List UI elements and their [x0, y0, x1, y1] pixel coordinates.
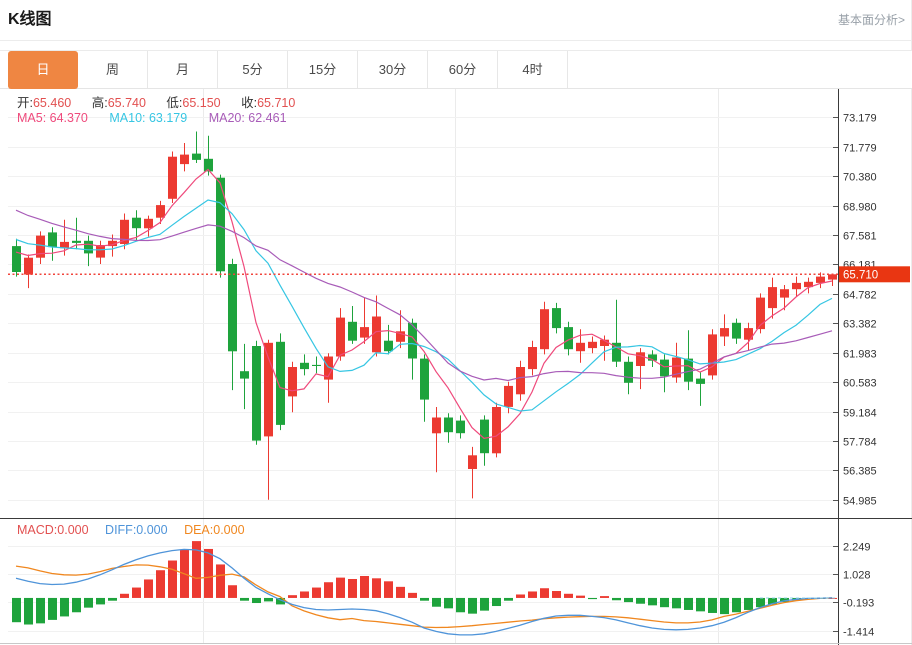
ma10-legend: MA10: 63.179 [109, 111, 187, 125]
svg-text:54.985: 54.985 [843, 496, 877, 508]
tab-30分[interactable]: 30分 [358, 51, 428, 88]
ma5-legend: MA5: 64.370 [17, 111, 88, 125]
macd-histogram [12, 541, 837, 624]
svg-text:71.779: 71.779 [843, 143, 877, 155]
candles [12, 132, 837, 500]
open-label: 开: [17, 96, 33, 110]
svg-text:2.249: 2.249 [843, 542, 871, 554]
ma-legend: MA5: 64.370 MA10: 63.179 MA20: 62.461 [17, 111, 305, 125]
svg-text:56.385: 56.385 [843, 466, 877, 478]
svg-text:64.782: 64.782 [843, 290, 877, 302]
svg-text:59.184: 59.184 [843, 408, 877, 420]
macd-legend: MACD:0.000 DIFF:0.000 DEA:0.000 [17, 523, 258, 537]
svg-text:70.380: 70.380 [843, 172, 877, 184]
tab-日[interactable]: 日 [8, 51, 78, 89]
low-label: 低: [166, 96, 182, 110]
tab-5分[interactable]: 5分 [218, 51, 288, 88]
low-value: 65.150 [182, 96, 220, 110]
ohlc-legend: 开:65.460 高:65.740 低:65.150 收:65.710 [17, 92, 312, 111]
tab-15分[interactable]: 15分 [288, 51, 358, 88]
dea-label: DEA:0.000 [184, 523, 244, 537]
macd-axis: 2.249 1.028 -0.193 -1.414 [833, 542, 874, 639]
open-value: 65.460 [33, 96, 71, 110]
macd-label: MACD:0.000 [17, 523, 89, 537]
svg-text:68.980: 68.980 [843, 202, 877, 214]
fundamental-analysis-link[interactable]: 基本面分析> [838, 0, 905, 40]
tab-月[interactable]: 月 [148, 51, 218, 88]
svg-text:-0.193: -0.193 [843, 598, 874, 610]
close-value: 65.710 [257, 96, 295, 110]
page-title: K线图 [8, 0, 52, 40]
tab-周[interactable]: 周 [78, 51, 148, 88]
close-label: 收: [241, 96, 257, 110]
svg-text:63.382: 63.382 [843, 319, 877, 331]
ma20-legend: MA20: 62.461 [209, 111, 287, 125]
price-axis: 73.17971.77970.38068.98067.58166.18164.7… [833, 113, 877, 508]
svg-text:65.710: 65.710 [843, 269, 878, 281]
kline-page: K线图 基本面分析> 日周月5分15分30分60分4时 73.179 71.779… [0, 0, 912, 645]
svg-text:73.179: 73.179 [843, 113, 877, 125]
svg-text:60.583: 60.583 [843, 378, 877, 390]
kline-chart-canvas[interactable]: 73.17971.77970.38068.98067.58166.18164.7… [0, 89, 912, 645]
tab-bar: 日周月5分15分30分60分4时 [0, 50, 912, 89]
svg-text:-1.414: -1.414 [843, 627, 874, 639]
high-label: 高: [92, 96, 108, 110]
tab-4时[interactable]: 4时 [498, 51, 568, 88]
high-value: 65.740 [108, 96, 146, 110]
header: K线图 基本面分析> [0, 0, 911, 41]
svg-text:57.784: 57.784 [843, 437, 877, 449]
svg-text:67.581: 67.581 [843, 231, 877, 243]
tab-60分[interactable]: 60分 [428, 51, 498, 88]
diff-label: DIFF:0.000 [105, 523, 168, 537]
svg-text:61.983: 61.983 [843, 349, 877, 361]
current-price-badge: 65.710 [839, 266, 910, 282]
svg-text:1.028: 1.028 [843, 570, 871, 582]
